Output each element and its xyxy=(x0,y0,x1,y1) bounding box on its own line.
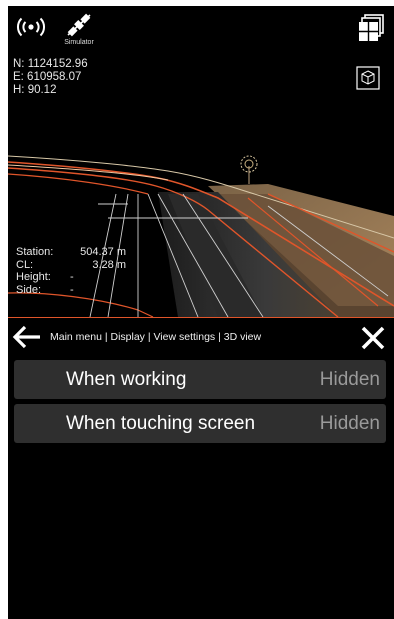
cl-row: CL: 3.28 m xyxy=(16,259,126,272)
app-screen: Simulator N: 1124152.96 E: 610958.07 H: … xyxy=(8,6,394,619)
tree-object xyxy=(240,155,258,184)
breadcrumb: Main menu | Display | View settings | 3D… xyxy=(50,331,262,343)
cl-value: 3.28 m xyxy=(92,258,126,271)
station-info-panel: Station: 504.37 m CL: 3.28 m Height: - S… xyxy=(16,246,126,296)
east-coordinate: E: 610958.07 xyxy=(13,71,82,83)
setting-label: When touching screen xyxy=(66,413,256,434)
simulator-label: Simulator xyxy=(64,39,94,46)
3d-cube-icon[interactable] xyxy=(356,66,380,90)
cl-label: CL: xyxy=(16,258,34,271)
layers-icon[interactable] xyxy=(358,14,384,42)
height-label: Height: xyxy=(16,271,51,283)
side-value: - xyxy=(70,283,74,296)
alignment-line xyxy=(8,173,149,195)
station-value: 504.37 m xyxy=(80,246,126,258)
north-coordinate: N: 1124152.96 xyxy=(13,58,88,70)
satellite-status[interactable]: Simulator xyxy=(58,12,100,48)
satellite-icon xyxy=(67,13,91,37)
side-label: Side: xyxy=(16,283,42,296)
setting-value: Hidden xyxy=(319,413,380,434)
height-value: - xyxy=(70,271,74,283)
height-row: Height: - xyxy=(16,271,126,284)
height-coordinate: H: 90.12 xyxy=(13,84,57,96)
side-row: Side: - xyxy=(16,284,126,297)
setting-value: Hidden xyxy=(319,369,380,390)
station-row: Station: 504.37 m xyxy=(16,246,126,259)
alignment-line xyxy=(8,292,154,317)
setting-row-when-working[interactable]: When working Hidden xyxy=(14,360,386,399)
radio-signal-icon[interactable] xyxy=(14,14,48,40)
3d-viewport[interactable]: Simulator N: 1124152.96 E: 610958.07 H: … xyxy=(8,6,394,317)
navigation-bar: Main menu | Display | View settings | 3D… xyxy=(8,317,394,356)
close-icon[interactable] xyxy=(360,325,386,351)
setting-label: When working xyxy=(66,369,187,390)
back-arrow-icon[interactable] xyxy=(12,325,42,349)
setting-row-when-touching-screen[interactable]: When touching screen Hidden xyxy=(14,404,386,443)
coordinates-panel: N: 1124152.96 E: 610958.07 H: 90.12 xyxy=(13,58,88,97)
station-label: Station: xyxy=(16,246,54,258)
